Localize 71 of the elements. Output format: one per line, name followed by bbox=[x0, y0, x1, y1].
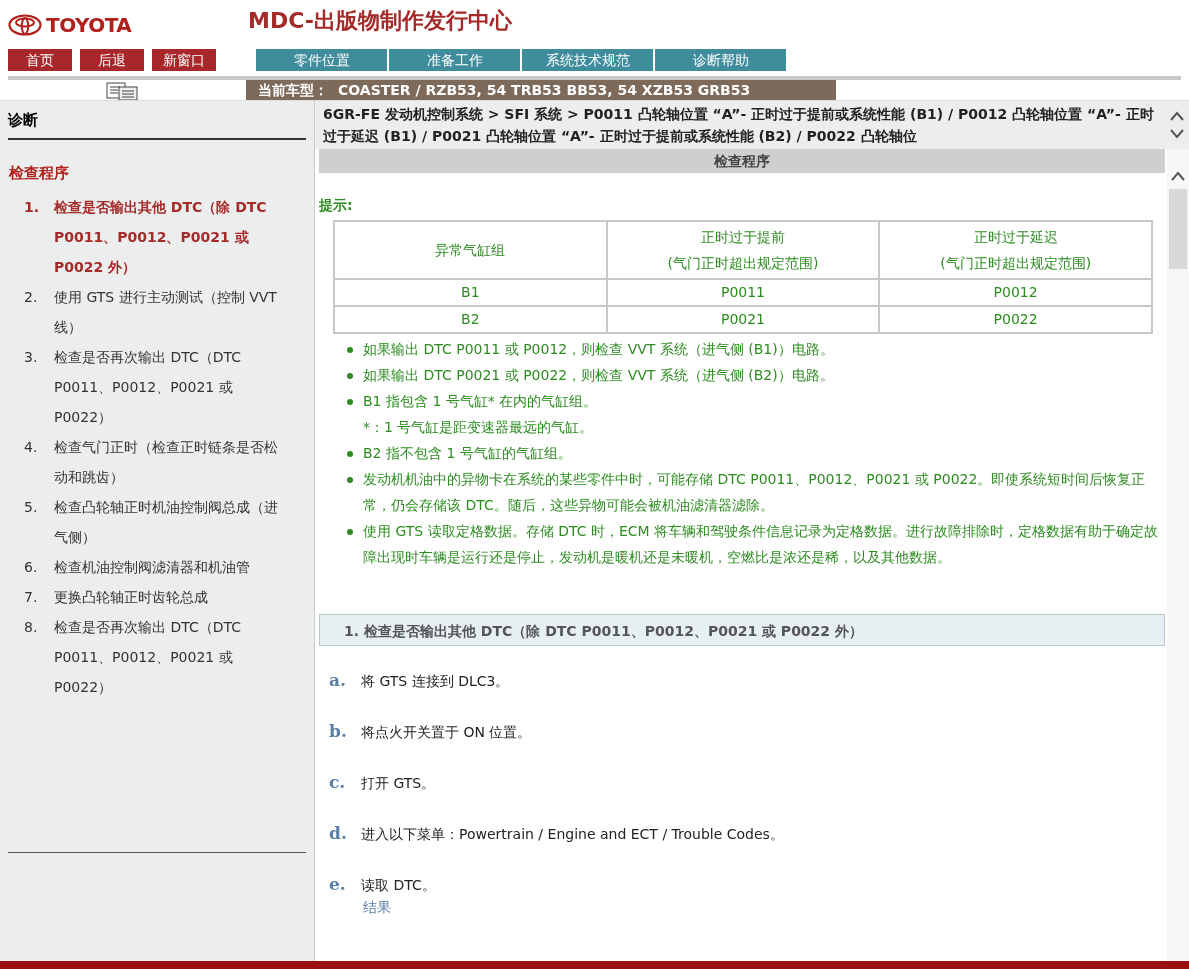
hint-text: 如果输出 DTC P0011 或 P0012，则检查 VVT 系统（进气侧 (B1)）电路。 bbox=[363, 340, 834, 359]
step-number: 6. bbox=[24, 558, 39, 577]
substep-text: 打开 GTS。 bbox=[361, 774, 436, 793]
step-letter: c. bbox=[329, 771, 347, 794]
nav-button[interactable]: 首页 bbox=[8, 49, 72, 71]
model-label: 当前车型： bbox=[258, 80, 328, 100]
hint-text: 如果输出 DTC P0021 或 P0022，则检查 VVT 系统（进气侧 (B2)）电路。 bbox=[363, 366, 834, 385]
table-header-cell: 正时过于延迟 (气门正时超出规定范围) bbox=[879, 221, 1152, 279]
table-cell: P0011 bbox=[606, 279, 880, 306]
step-letter: a. bbox=[329, 669, 347, 692]
sidebar-section: 检查程序 bbox=[9, 161, 305, 184]
step-number: 7. bbox=[24, 588, 39, 607]
nav-tab[interactable]: 系统技术规范 bbox=[522, 49, 653, 71]
substep-text: 将点火开关置于 ON 位置。 bbox=[361, 723, 532, 742]
hint-note: *：1 号气缸是距变速器最远的气缸。 bbox=[363, 418, 595, 437]
bullet-icon bbox=[347, 529, 353, 535]
table-header-cell: 异常气缸组 bbox=[334, 221, 607, 279]
scroll-down-icon[interactable] bbox=[1170, 129, 1184, 139]
step-number: 4. bbox=[24, 438, 39, 457]
result-link[interactable]: 结果 bbox=[363, 899, 1167, 915]
logo-text: TOYOTA bbox=[46, 12, 132, 39]
sidebar-heading: 诊断 bbox=[8, 101, 306, 140]
table-cell: P0022 bbox=[879, 306, 1152, 333]
sidebar-step-link[interactable]: 检查是否输出其他 DTC（除 DTC P0011、P0012、P0021 或 P0022 外） bbox=[54, 192, 284, 282]
nav-tab[interactable]: 准备工作 bbox=[389, 49, 520, 71]
scroll-up-icon[interactable] bbox=[1171, 171, 1185, 181]
hint-text: 发动机机油中的异物卡在系统的某些零件中时，可能存储 DTC P0011、P0012、P0021 或 P0022。即使系统短时间后恢复正常，仍会存储该 DTC。随后，这些异物可能会被机油滤清器滤除。 bbox=[363, 470, 1147, 515]
step-number: 3. bbox=[24, 348, 39, 367]
scroll-up-icon[interactable] bbox=[1170, 111, 1184, 121]
bullet-icon bbox=[347, 477, 353, 483]
sidebar-step-link[interactable]: 检查机油控制阀滤清器和机油管 bbox=[54, 552, 250, 582]
model-value: COASTER / RZB53, 54 TRB53 BB53, 54 XZB53 GRB53 bbox=[338, 80, 751, 100]
step-heading-bar: 1. 检查是否输出其他 DTC（除 DTC P0011、P0012、P0021 或 P0022 外） bbox=[319, 614, 1165, 646]
substep-text: 读取 DTC。 bbox=[361, 876, 436, 895]
table-cell: B1 bbox=[334, 279, 607, 306]
hint-text: B1 指包含 1 号气缸* 在内的气缸组。 bbox=[363, 392, 598, 411]
step-letter: d. bbox=[329, 822, 348, 845]
section-title-bar: 检查程序 bbox=[319, 149, 1165, 173]
scrollbar-thumb[interactable] bbox=[1169, 189, 1187, 269]
table-cell: B2 bbox=[334, 306, 607, 333]
step-number: 2. bbox=[24, 288, 39, 307]
substep-text: 进入以下菜单：Powertrain / Engine and ECT / Trouble Codes。 bbox=[361, 825, 784, 844]
bullet-icon bbox=[347, 373, 353, 379]
step-number: 1. bbox=[24, 198, 41, 217]
sidebar-step-link[interactable]: 检查凸轮轴正时机油控制阀总成（进气侧） bbox=[54, 492, 284, 552]
step-letter: e. bbox=[329, 873, 347, 896]
sidebar-step-link[interactable]: 使用 GTS 进行主动测试（控制 VVT 线） bbox=[54, 282, 284, 342]
nav-tab[interactable]: 诊断帮助 bbox=[655, 49, 786, 71]
step-number: 8. bbox=[24, 618, 39, 637]
step-letter: b. bbox=[329, 720, 348, 743]
hint-label: 提示: bbox=[319, 196, 354, 215]
step-number: 5. bbox=[24, 498, 39, 517]
nav-tab[interactable]: 零件位置 bbox=[256, 49, 387, 71]
app-title: MDC-出版物制作发行中心 bbox=[248, 10, 512, 32]
hint-text: 使用 GTS 读取定格数据。存储 DTC 时，ECM 将车辆和驾驶条件信息记录为定格数据。进行故障排除时，定格数据有助于确定故障出现时车辆是运行还是停止，发动机是暖机还是未暖机，空燃比是浓还是稀，以及其他数据。 bbox=[363, 522, 1160, 567]
hint-text: B2 指不包含 1 号气缸的气缸组。 bbox=[363, 444, 572, 463]
bullet-icon bbox=[347, 451, 353, 457]
sidebar-step-link[interactable]: 检查是否再次输出 DTC（DTC P0011、P0012、P0021 或 P0022） bbox=[54, 612, 284, 702]
sidebar-step-link[interactable]: 检查气门正时（检查正时链条是否松动和跳齿） bbox=[54, 432, 284, 492]
breadcrumb: 6GR-FE 发动机控制系统 > SFI 系统 > P0011 凸轮轴位置 “A”- 正时过于提前或系统性能 (B1) / P0012 凸轮轴位置 “A”- 正时过于延迟 (B1) / P0021 凸轮轴位置 “A”- 正时过于提前或系统性能 (B2) / P0022 凸轮轴位 bbox=[322, 105, 1155, 146]
substep-text: 将 GTS 连接到 DLC3。 bbox=[361, 672, 510, 691]
table-header-cell: 正时过于提前 (气门正时超出规定范围) bbox=[606, 221, 880, 279]
nav-button[interactable]: 后退 bbox=[80, 49, 144, 71]
nav-button[interactable]: 新窗口 bbox=[152, 49, 216, 71]
sidebar-step-link[interactable]: 更换凸轮轴正时齿轮总成 bbox=[54, 582, 208, 612]
bullet-icon bbox=[347, 347, 353, 353]
sidebar-step-link[interactable]: 检查是否再次输出 DTC（DTC P0011、P0012、P0021 或 P0022） bbox=[54, 342, 284, 432]
table-cell: P0021 bbox=[606, 306, 880, 333]
table-cell: P0012 bbox=[879, 279, 1152, 306]
bullet-icon bbox=[347, 399, 353, 405]
logo-icon bbox=[8, 14, 42, 36]
